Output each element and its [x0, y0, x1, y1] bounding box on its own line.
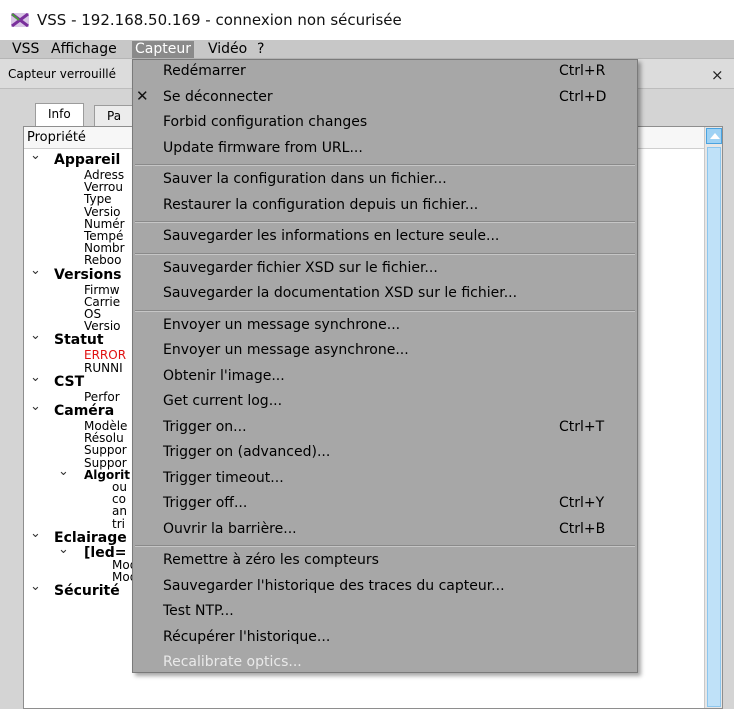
- property-header-label: Propriété: [27, 130, 86, 145]
- menu-item-shortcut: Ctrl+R: [559, 63, 606, 79]
- title-bar: VSS - 192.168.50.169 - connexion non séc…: [0, 0, 734, 40]
- tree-item-label[interactable]: Reboo: [84, 254, 121, 267]
- menu-capteur[interactable]: Capteur: [132, 41, 194, 58]
- menu-item-shortcut: Ctrl+B: [559, 520, 606, 537]
- scroll-thumb[interactable]: [707, 147, 721, 707]
- close-icon[interactable]: ×: [711, 66, 724, 84]
- menu-item[interactable]: Sauvegarder fichier XSD sur le fichier..…: [133, 257, 637, 282]
- menu-item[interactable]: Update firmware from URL...: [133, 137, 637, 162]
- menu-item-label: Sauvegarder l'historique des traces du c…: [163, 577, 505, 594]
- menu-item[interactable]: Test NTP...: [133, 600, 637, 625]
- menu-item-label: Trigger off...: [163, 495, 248, 511]
- menu-item[interactable]: Trigger timeout...: [133, 467, 637, 492]
- menu-item-label: Se déconnecter: [163, 88, 273, 105]
- menu-item[interactable]: Récupérer l'historique...: [133, 626, 637, 651]
- tree-group-label[interactable]: Statut: [54, 333, 104, 348]
- tree-item-label[interactable]: RUNNI: [84, 361, 123, 375]
- menu-item[interactable]: ✕ Se déconnecter Ctrl+D: [133, 86, 637, 111]
- scroll-up-icon[interactable]: [706, 128, 722, 144]
- menu-item-label: Trigger on...: [163, 418, 247, 435]
- menu-item-label: Envoyer un message asynchrone...: [163, 342, 409, 358]
- vertical-scrollbar[interactable]: [704, 127, 722, 708]
- tree-group-label[interactable]: Appareil: [54, 153, 120, 168]
- menu-item[interactable]: Sauver la configuration dans un fichier.…: [133, 168, 637, 193]
- menu-vss[interactable]: VSS: [9, 41, 42, 58]
- chevron-down-icon[interactable]: ⌄: [30, 579, 41, 594]
- menu-item[interactable]: Sauvegarder la documentation XSD sur le …: [133, 282, 637, 307]
- tab-parameters[interactable]: Pa: [94, 105, 135, 127]
- tree-group-label[interactable]: CST: [54, 374, 84, 390]
- app-logo-icon: [11, 13, 29, 27]
- menu-item-label: Trigger timeout...: [163, 469, 284, 486]
- menu-separator: [135, 164, 635, 166]
- chevron-down-icon[interactable]: ⌄: [30, 526, 41, 541]
- tree-group-label[interactable]: Versions: [54, 267, 122, 283]
- menu-item[interactable]: Restaurer la configuration depuis un fic…: [133, 194, 637, 219]
- menu-item[interactable]: Ouvrir la barrière... Ctrl+B: [133, 518, 637, 543]
- menu-item-label: Update firmware from URL...: [163, 139, 363, 156]
- menu-item[interactable]: Forbid configuration changes: [133, 111, 637, 136]
- menu-help[interactable]: ?: [254, 41, 267, 58]
- tab-info[interactable]: Info: [35, 103, 84, 127]
- menu-item[interactable]: Redémarrer Ctrl+R: [133, 60, 637, 85]
- tree-group-label[interactable]: Caméra: [54, 404, 114, 419]
- status-text: Capteur verrouillé: [8, 67, 116, 81]
- menu-bar: VSS Affichage Capteur Vidéo ?: [0, 40, 734, 59]
- menu-item-label: Remettre à zéro les compteurs: [163, 552, 379, 568]
- menu-item[interactable]: Trigger off... Ctrl+Y: [133, 492, 637, 517]
- menu-separator: [135, 221, 635, 223]
- menu-item: Recalibrate optics...: [133, 651, 637, 676]
- chevron-down-icon[interactable]: ⌄: [58, 542, 69, 557]
- menu-item-label: Envoyer un message synchrone...: [163, 316, 401, 333]
- menu-item-shortcut: Ctrl+D: [559, 88, 607, 105]
- menu-item-shortcut: Ctrl+Y: [559, 495, 605, 511]
- menu-separator: [135, 252, 635, 255]
- tree-item-label[interactable]: Versio: [84, 320, 121, 333]
- menu-item-label: Get current log...: [163, 393, 283, 409]
- chevron-down-icon[interactable]: ⌄: [30, 370, 41, 385]
- capteur-dropdown-menu: Redémarrer Ctrl+R ✕ Se déconnecter Ctrl+D For…: [132, 59, 638, 673]
- menu-item[interactable]: Sauvegarder les informations en lecture …: [133, 225, 637, 250]
- menu-item-label: Restaurer la configuration depuis un fic…: [163, 196, 479, 213]
- menu-item-label: Obtenir l'image...: [163, 367, 285, 384]
- menu-item-label: Sauvegarder fichier XSD sur le fichier..…: [163, 259, 438, 276]
- menu-item-label: Sauvegarder la documentation XSD sur le …: [163, 285, 518, 301]
- window-title: VSS - 192.168.50.169 - connexion non séc…: [37, 11, 402, 29]
- menu-item[interactable]: Remettre à zéro les compteurs: [133, 549, 637, 574]
- menu-item-label: Recalibrate optics...: [163, 654, 302, 670]
- menu-item-label: Ouvrir la barrière...: [163, 520, 297, 537]
- menu-item-label: Récupérer l'historique...: [163, 628, 331, 645]
- chevron-down-icon[interactable]: ⌄: [30, 399, 41, 414]
- menu-item[interactable]: Get current log...: [133, 390, 637, 415]
- menu-item-label: Sauvegarder les informations en lecture …: [163, 228, 500, 244]
- menu-item-label: Sauver la configuration dans un fichier.…: [163, 171, 447, 187]
- menu-item-label: Redémarrer: [163, 63, 246, 79]
- menu-separator: [135, 545, 635, 547]
- chevron-down-icon[interactable]: ⌄: [30, 328, 41, 343]
- menu-item-label: Forbid configuration changes: [163, 114, 368, 130]
- menu-item-shortcut: Ctrl+T: [559, 418, 605, 435]
- menu-item[interactable]: Sauvegarder l'historique des traces du c…: [133, 575, 637, 600]
- menu-item[interactable]: Envoyer un message asynchrone...: [133, 339, 637, 364]
- chevron-down-icon[interactable]: ⌄: [30, 263, 41, 278]
- menu-separator: [135, 309, 635, 312]
- menu-item[interactable]: Obtenir l'image...: [133, 365, 637, 390]
- menu-affichage[interactable]: Affichage: [48, 41, 120, 58]
- menu-item-label: Trigger on (advanced)...: [163, 444, 331, 460]
- menu-item[interactable]: Trigger on... Ctrl+T: [133, 416, 637, 441]
- tree-item-label[interactable]: Perfor: [84, 390, 120, 404]
- chevron-down-icon[interactable]: ⌄: [30, 148, 41, 163]
- chevron-down-icon[interactable]: ⌄: [58, 464, 69, 479]
- check-icon: ✕: [136, 86, 149, 105]
- menu-item[interactable]: Trigger on (advanced)...: [133, 441, 637, 466]
- tree-item-label[interactable]: tri: [112, 517, 125, 531]
- menu-video[interactable]: Vidéo: [205, 41, 250, 58]
- menu-item[interactable]: Envoyer un message synchrone...: [133, 314, 637, 339]
- menu-item-label: Test NTP...: [163, 603, 234, 619]
- tree-group-label[interactable]: Sécurité: [54, 584, 120, 599]
